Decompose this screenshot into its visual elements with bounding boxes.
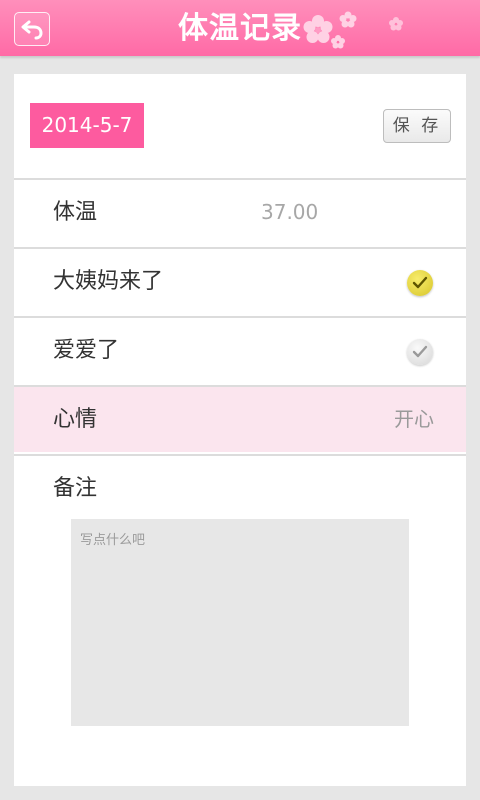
period-row[interactable]: 大姨妈来了: [14, 247, 466, 314]
sakura-decoration-icon: [303, 11, 403, 49]
temperature-row[interactable]: 体温 37.00: [14, 178, 466, 245]
love-unchecked-icon[interactable]: [407, 339, 433, 365]
temperature-value[interactable]: 37.00: [261, 180, 318, 245]
period-checked-icon[interactable]: [407, 270, 433, 296]
save-button[interactable]: 保 存: [383, 109, 451, 143]
record-card: 2014-5-7 保 存 体温 37.00 大姨妈来了 爱爱了 心情 开心 备注: [14, 74, 466, 786]
date-badge[interactable]: 2014-5-7: [30, 103, 144, 148]
period-label: 大姨妈来了: [53, 269, 164, 294]
mood-value[interactable]: 开心: [394, 387, 434, 452]
love-label: 爱爱了: [53, 338, 120, 363]
app-header: 体温记录: [0, 0, 480, 56]
checkmark-icon: [412, 345, 428, 358]
checkmark-icon: [412, 276, 428, 289]
temperature-label: 体温: [53, 200, 98, 225]
notes-input[interactable]: [71, 519, 409, 726]
notes-label: 备注: [53, 476, 98, 501]
love-row[interactable]: 爱爱了: [14, 316, 466, 383]
mood-row[interactable]: 心情 开心: [14, 385, 466, 452]
mood-label: 心情: [53, 407, 98, 432]
